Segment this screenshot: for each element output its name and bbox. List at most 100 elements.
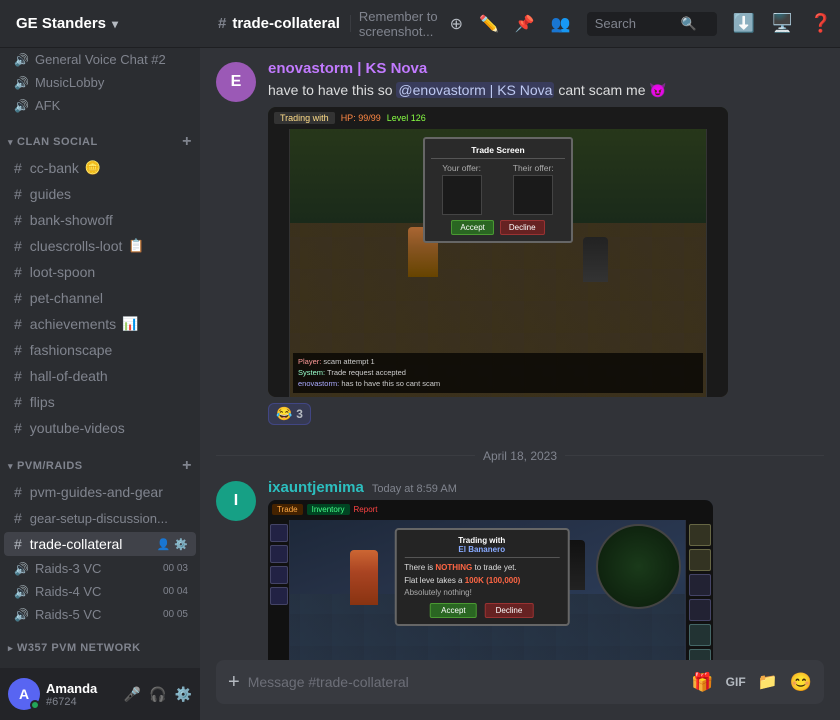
channel-label: bank-showoff [30,212,113,228]
sidebar-item-loot-spoon[interactable]: # loot-spoon [4,260,196,284]
sidebar-item-fashionscape[interactable]: # fashionscape [4,338,196,362]
hash-icon: # [14,238,22,254]
channel-label: youtube-videos [30,420,125,436]
chevron-icon: ▾ [8,137,13,148]
help-icon[interactable]: ❓ [810,13,832,34]
sidebar-item-pvm-guides[interactable]: # pvm-guides-and-gear [4,480,196,504]
message-header: ixauntjemima Today at 8:59 AM [268,479,824,496]
gif-icon[interactable]: GIF [726,675,746,689]
avatar: I [216,481,256,521]
voice-badge: 00 03 [163,563,188,574]
reactions: 😂 3 [268,403,824,425]
message-input-box: + 🎁 GIF 📁 😊 [216,660,824,704]
channel-label: fashionscape [30,342,113,358]
channel-label: Raids-5 VC [35,607,157,622]
hash-icon: # [14,420,22,436]
avatar: E [216,62,256,102]
hash-icon: # [14,484,22,500]
sidebar-item-general-voice-2[interactable]: 🔊 General Voice Chat #2 [4,49,196,70]
sidebar-item-pet-channel[interactable]: # pet-channel [4,286,196,310]
message-username[interactable]: ixauntjemima [268,479,364,496]
user-bar: A Amanda #6724 🎤 🎧 ⚙️ [0,668,200,720]
category-label: CLAN SOCIAL [17,136,98,148]
header-icons: ⊕ ✏️ 📌 👥 🔍 ⬇️ 🖥️ ❓ [450,12,832,36]
input-icons: 🎁 GIF 📁 😊 [691,672,812,693]
channel-label: hall-of-death [30,368,108,384]
pencil-icon[interactable]: ✏️ [479,14,499,34]
channel-label: cc-bank [30,160,79,176]
sidebar-item-hall-of-death[interactable]: # hall-of-death [4,364,196,388]
sidebar-item-raids-5[interactable]: 🔊 Raids-5 VC 00 05 [4,604,196,625]
channel-label: Raids-3 VC [35,561,157,576]
channel-label: guides [30,186,71,202]
add-channel-button[interactable]: + [182,457,192,475]
sidebar-item-cluescrolls[interactable]: # cluescrolls-loot 📋 [4,234,196,258]
reaction-laugh[interactable]: 😂 3 [268,403,311,425]
channel-label: MusicLobby [35,75,104,90]
main-layout: 🔊 General Voice Chat #2 🔊 MusicLobby 🔊 A… [0,48,840,720]
gift-icon[interactable]: 🎁 [691,672,713,693]
sidebar-item-musiclobby[interactable]: 🔊 MusicLobby [4,72,196,93]
voice-badge: 00 04 [163,586,188,597]
sidebar-item-cc-bank[interactable]: # cc-bank 🪙 [4,156,196,180]
status-dot [30,700,40,710]
search-input[interactable] [595,16,675,31]
add-attachment-button[interactable]: + [228,671,240,694]
sidebar-item-guides[interactable]: # guides [4,182,196,206]
mic-icon[interactable]: 🎤 [124,686,141,703]
channel-label: cluescrolls-loot [30,238,123,254]
crosshair-icon[interactable]: ⊕ [450,14,463,34]
date-text: April 18, 2023 [483,449,557,463]
emoji-icon[interactable]: 😊 [790,672,812,693]
channel-label: flips [30,394,55,410]
sidebar-item-raids-4[interactable]: 🔊 Raids-4 VC 00 04 [4,581,196,602]
content-area: E enovastorm | KS Nova have to have this… [200,48,840,720]
hash-icon: # [14,212,22,228]
search-box[interactable]: 🔍 [587,12,717,36]
channel-label: gear-setup-discussion... [30,511,168,526]
category-label: PVM/RAIDS [17,460,83,472]
message-username[interactable]: enovastorm | KS Nova [268,60,427,77]
headset-icon[interactable]: 🎧 [149,686,166,703]
sidebar-item-achievements[interactable]: # achievements 📊 [4,312,196,336]
volume-icon: 🔊 [14,608,29,622]
download-icon[interactable]: ⬇️ [733,13,755,34]
sidebar-item-raids-3[interactable]: 🔊 Raids-3 VC 00 03 [4,558,196,579]
category-clan-social[interactable]: ▾ CLAN SOCIAL + [0,117,200,155]
channel-label: loot-spoon [30,264,95,280]
server-name[interactable]: GE Standers ▾ [8,15,208,32]
user-info: Amanda #6724 [46,681,118,708]
message-content: enovastorm | KS Nova have to have this s… [268,60,824,425]
hash-icon: # [14,510,22,526]
settings-icon[interactable]: ⚙️ [174,538,188,551]
sidebar-item-gear-setup[interactable]: # gear-setup-discussion... [4,506,196,530]
message-header: enovastorm | KS Nova [268,60,824,77]
message-item: E enovastorm | KS Nova have to have this… [216,56,824,429]
user-avatar: A [8,678,40,710]
hash-icon: # [14,316,22,332]
volume-icon: 🔊 [14,585,29,599]
category-w357[interactable]: ▸ W357 PVM NETWORK [0,626,200,658]
sidebar-item-trade-collateral[interactable]: # trade-collateral 👤 ⚙️ [4,532,196,556]
reaction-emoji: 😂 [276,406,292,422]
sidebar-item-afk[interactable]: 🔊 AFK [4,95,196,116]
message-input[interactable] [248,674,684,690]
channel-label: Raids-4 VC [35,584,157,599]
date-divider: April 18, 2023 [216,449,824,463]
category-label: W357 PVM NETWORK [17,642,141,654]
sidebar-item-flips[interactable]: # flips [4,390,196,414]
sidebar: 🔊 General Voice Chat #2 🔊 MusicLobby 🔊 A… [0,48,200,668]
members-icon[interactable]: 👥 [551,14,571,34]
upload-icon[interactable]: 📁 [758,672,778,692]
mention[interactable]: @enovastorm | KS Nova [396,82,554,98]
settings-icon[interactable]: ⚙️ [175,686,192,703]
sidebar-item-bank-showoff[interactable]: # bank-showoff [4,208,196,232]
screen-icon[interactable]: 🖥️ [771,13,793,34]
pin-icon[interactable]: 📌 [515,14,535,34]
add-channel-button[interactable]: + [182,133,192,151]
sidebar-wrapper: 🔊 General Voice Chat #2 🔊 MusicLobby 🔊 A… [0,48,200,720]
category-pvm-raids[interactable]: ▾ PVM/RAIDS + [0,441,200,479]
sidebar-item-youtube[interactable]: # youtube-videos [4,416,196,440]
channel-label: pvm-guides-and-gear [30,484,163,500]
chevron-icon: ▾ [8,461,13,472]
